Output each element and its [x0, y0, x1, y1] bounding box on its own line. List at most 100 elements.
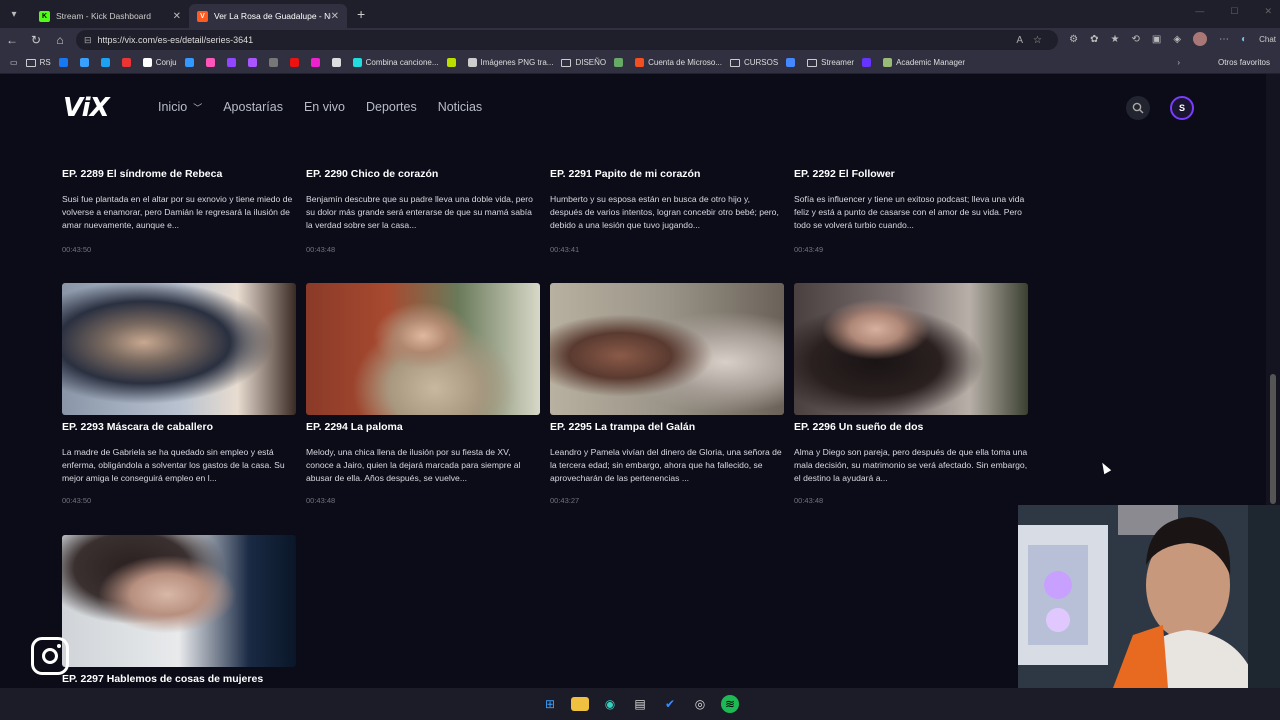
- episode-title[interactable]: EP. 2292 El Follower: [794, 168, 895, 180]
- bookmark-icon-4[interactable]: [121, 58, 135, 67]
- maximize-icon[interactable]: ☐: [1230, 6, 1238, 17]
- bookmark-icon-6[interactable]: [205, 58, 219, 67]
- back-icon[interactable]: ←: [0, 33, 24, 47]
- google-icon: [142, 58, 152, 67]
- store-icon[interactable]: ▤: [631, 695, 649, 713]
- profile-avatar[interactable]: [1193, 32, 1208, 46]
- file-explorer-icon[interactable]: [571, 697, 589, 711]
- bookmark-icon-3[interactable]: [100, 58, 114, 67]
- episode-thumbnail[interactable]: [794, 283, 1028, 415]
- minimize-icon[interactable]: —: [1195, 6, 1204, 17]
- episode-title[interactable]: EP. 2293 Máscara de caballero: [62, 421, 213, 433]
- favorites-icon[interactable]: ★: [1111, 34, 1120, 45]
- bookmarks-toggle-icon[interactable]: ▭: [10, 58, 18, 67]
- streamer-camera-image: [1018, 505, 1280, 688]
- bookmark-academic[interactable]: Academic Manager: [883, 58, 965, 67]
- nav-deportes[interactable]: Deportes: [366, 100, 417, 114]
- bookmark-icon-2[interactable]: [79, 58, 93, 67]
- bookmark-icon-7[interactable]: [226, 58, 240, 67]
- bookmark-icon-16[interactable]: [862, 58, 875, 67]
- tab-kick-dashboard[interactable]: K Stream - Kick Dashboard ✕: [31, 4, 189, 28]
- chevron-right-icon[interactable]: ›: [1177, 58, 1180, 67]
- episode-title[interactable]: EP. 2296 Un sueño de dos: [794, 421, 923, 433]
- chat-button[interactable]: Chat: [1259, 35, 1276, 44]
- bookmark-cursos[interactable]: CURSOS: [729, 58, 778, 67]
- nav-en-vivo[interactable]: En vivo: [304, 100, 345, 114]
- episode-title[interactable]: EP. 2297 Hablemos de cosas de mujeres: [62, 673, 263, 685]
- episode-title[interactable]: EP. 2291 Papito de mi corazón: [550, 168, 700, 180]
- new-tab-button[interactable]: +: [357, 6, 365, 22]
- bookmark-favicon: [331, 58, 341, 67]
- bookmark-imagenes[interactable]: Imágenes PNG tra...: [467, 58, 553, 67]
- bookmark-label: Otros favoritos: [1217, 58, 1270, 67]
- bookmark-diseno[interactable]: DISEÑO: [561, 58, 606, 67]
- bookmark-icon-8[interactable]: [247, 58, 261, 67]
- bookmark-icon-5[interactable]: [184, 58, 198, 67]
- bookmark-microsoft[interactable]: Cuenta de Microso...: [635, 58, 722, 67]
- url-field[interactable]: ⊟ https://vix.com/es-es/detail/series-36…: [76, 30, 1058, 50]
- bookmark-icon-1[interactable]: [58, 58, 72, 67]
- episode-duration: 00:43:50: [62, 496, 92, 505]
- site-header: ViX Inicio ﹀ Apostarías En vivo Deportes …: [0, 74, 1266, 142]
- episode-title[interactable]: EP. 2295 La trampa del Galán: [550, 421, 695, 433]
- close-window-icon[interactable]: ✕: [1264, 6, 1272, 17]
- tab-list-chevron-icon[interactable]: ▾: [3, 3, 25, 25]
- more-menu-icon[interactable]: ⋯: [1219, 34, 1229, 45]
- bookmark-icon-14[interactable]: [614, 58, 627, 67]
- favorite-star-icon[interactable]: ☆: [1033, 35, 1042, 46]
- other-bookmarks[interactable]: Otros favoritos: [1218, 58, 1270, 67]
- close-icon[interactable]: ✕: [331, 11, 339, 22]
- edge-icon[interactable]: ◉: [601, 695, 619, 713]
- episode-thumbnail[interactable]: [306, 283, 540, 415]
- close-icon[interactable]: ✕: [173, 11, 181, 22]
- obs-icon[interactable]: ◎: [691, 695, 709, 713]
- bookmark-combina[interactable]: Combina cancione...: [352, 58, 439, 67]
- reload-icon[interactable]: ↻: [24, 33, 48, 47]
- extensions-icon[interactable]: ✿: [1090, 34, 1098, 45]
- scrollbar-thumb[interactable]: [1270, 374, 1276, 504]
- episode-title[interactable]: EP. 2290 Chico de corazón: [306, 168, 438, 180]
- bookmark-icon-11[interactable]: [310, 58, 324, 67]
- twitch-icon: [226, 58, 236, 67]
- episode-title[interactable]: EP. 2289 El síndrome de Rebeca: [62, 168, 222, 180]
- microsoft-icon: [635, 58, 645, 67]
- bookmark-icon-13[interactable]: [446, 58, 460, 67]
- bookmark-label: Academic Manager: [896, 58, 965, 67]
- profile-avatar[interactable]: S: [1170, 96, 1194, 120]
- nav-inicio[interactable]: Inicio ﹀: [158, 100, 202, 114]
- bookmark-icon-9[interactable]: [268, 58, 282, 67]
- episode-thumbnail[interactable]: [550, 283, 784, 415]
- bookmark-favicon: [58, 58, 68, 67]
- bookmark-icon-12[interactable]: [331, 58, 345, 67]
- episode-duration: 00:43:27: [550, 496, 580, 505]
- bookmark-icon-10[interactable]: [289, 58, 303, 67]
- tab-title: Ver La Rosa de Guadalupe - Nuev: [214, 11, 331, 21]
- episode-title[interactable]: EP. 2294 La paloma: [306, 421, 403, 433]
- todo-icon[interactable]: ✔: [661, 695, 679, 713]
- bookmark-streamer[interactable]: Streamer: [807, 58, 854, 67]
- collections-icon[interactable]: ▣: [1152, 34, 1161, 45]
- home-icon[interactable]: ⌂: [48, 33, 72, 47]
- bookmark-conju[interactable]: Conju: [142, 58, 177, 67]
- spotify-icon[interactable]: ≋: [721, 695, 739, 713]
- bookmark-rs[interactable]: RS: [25, 58, 51, 67]
- extension-icon[interactable]: ⚙: [1069, 34, 1078, 45]
- episode-thumbnail[interactable]: [62, 283, 296, 415]
- adobe-icon: [289, 58, 299, 67]
- episode-thumbnail[interactable]: [62, 535, 296, 667]
- nav-noticias[interactable]: Noticias: [438, 100, 482, 114]
- vix-logo[interactable]: ViX: [63, 93, 110, 123]
- copilot-icon[interactable]: ◐: [1241, 34, 1247, 45]
- bookmark-label: Cuenta de Microso...: [648, 58, 722, 67]
- nav-apostarias[interactable]: Apostarías: [223, 100, 283, 114]
- windows-start-icon[interactable]: ⊞: [541, 695, 559, 713]
- site-info-icon[interactable]: ⊟: [84, 35, 92, 46]
- shield-icon[interactable]: ◈: [1173, 34, 1181, 45]
- bookmark-favicon: [79, 58, 89, 67]
- search-button[interactable]: [1126, 96, 1150, 120]
- tab-vix-rosa[interactable]: V Ver La Rosa de Guadalupe - Nuev ✕: [189, 4, 347, 28]
- bookmark-icon-15[interactable]: [786, 58, 799, 67]
- episode-duration: 00:43:48: [306, 496, 336, 505]
- history-icon[interactable]: ⟲: [1132, 34, 1140, 45]
- read-aloud-icon[interactable]: A: [1016, 35, 1023, 46]
